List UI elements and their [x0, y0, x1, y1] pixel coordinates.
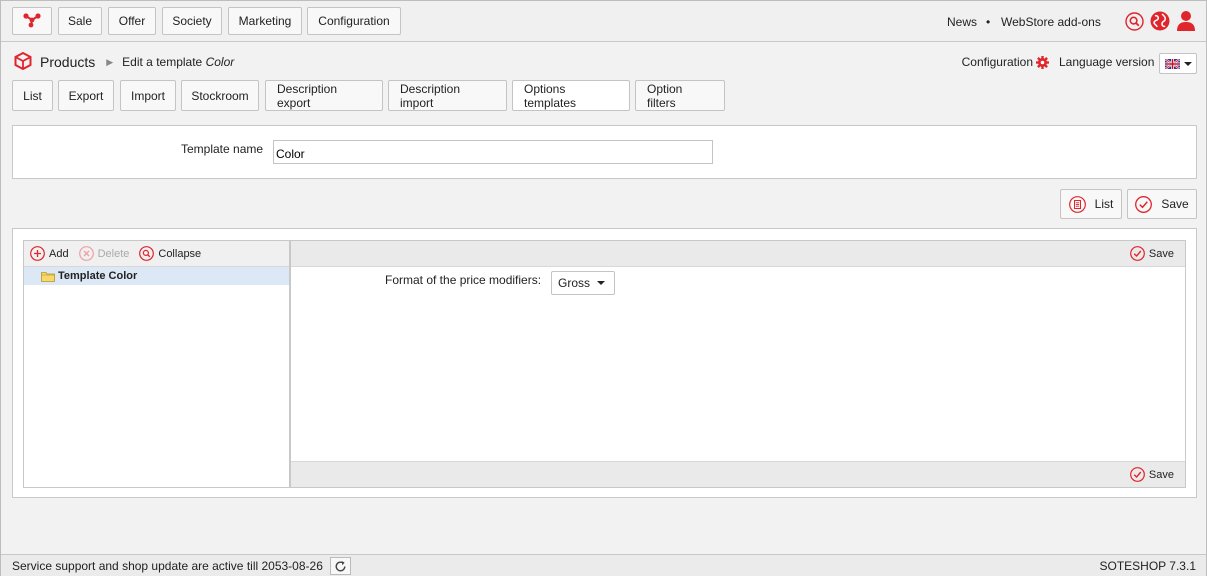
- configuration-label: Configuration: [961, 55, 1033, 69]
- folder-icon: [41, 271, 55, 282]
- options-tree: Add Delete Collapse Template Color: [23, 240, 290, 488]
- add-button[interactable]: Add: [30, 246, 69, 261]
- editor-save-top-label: Save: [1148, 247, 1174, 260]
- top-navigation-bar: Sale Offer Society Marketing Configurati…: [1, 1, 1206, 42]
- tab-stockroom[interactable]: Stockroom: [181, 80, 259, 111]
- price-modifier-format-select[interactable]: Gross: [551, 271, 615, 295]
- nav-configuration[interactable]: Configuration: [307, 7, 401, 35]
- search-icon[interactable]: [1125, 12, 1144, 31]
- nav-society[interactable]: Society: [162, 7, 222, 35]
- soteshop-logo-icon: [23, 12, 41, 31]
- footer: Service support and shop update are acti…: [1, 554, 1206, 576]
- delete-circle-icon: [78, 246, 94, 261]
- delete-button[interactable]: Delete: [78, 246, 130, 261]
- globe-icon[interactable]: [1150, 11, 1170, 31]
- delete-label: Delete: [97, 247, 130, 260]
- checkmark-icon: [1135, 195, 1153, 213]
- page-title-prefix: Edit a template: [122, 55, 203, 69]
- nav-sale[interactable]: Sale: [58, 7, 102, 35]
- editor-bottom-bar: Save: [291, 461, 1185, 487]
- language-select[interactable]: [1159, 53, 1197, 74]
- price-modifier-format-label: Format of the price modifiers:: [385, 273, 542, 287]
- nav-marketing[interactable]: Marketing: [228, 7, 302, 35]
- nav-separator: •: [986, 15, 991, 29]
- tree-node-label: Template Color: [58, 270, 138, 282]
- template-name-panel: Template name: [12, 125, 1197, 179]
- tab-import[interactable]: Import: [120, 80, 176, 111]
- collapse-label: Collapse: [158, 247, 202, 260]
- editor-save-bottom-button[interactable]: Save: [1130, 467, 1174, 482]
- template-name-input[interactable]: [273, 140, 713, 164]
- language-version-label: Language version: [1059, 55, 1155, 69]
- configuration-link[interactable]: Configuration: [962, 55, 1049, 69]
- list-icon: [1068, 195, 1086, 213]
- tab-list[interactable]: List: [12, 80, 53, 111]
- uk-flag-icon: [1164, 58, 1180, 69]
- tab-description-export[interactable]: Description export: [265, 80, 383, 111]
- chevron-down-icon: [597, 281, 606, 285]
- tab-options-templates[interactable]: Options templates: [512, 80, 630, 111]
- support-status-text: Service support and shop update are acti…: [12, 559, 323, 573]
- breadcrumb-arrow-icon: ▶: [106, 56, 114, 67]
- gear-icon: [1036, 55, 1049, 69]
- options-template-panel: Add Delete Collapse Template Color Save …: [12, 228, 1197, 498]
- chevron-down-icon: [1183, 61, 1192, 66]
- nav-news-link[interactable]: News: [947, 15, 977, 29]
- list-button[interactable]: List: [1060, 189, 1122, 219]
- tab-description-import[interactable]: Description import: [388, 80, 507, 111]
- page-title-name: Color: [205, 55, 235, 69]
- product-box-icon: [14, 51, 32, 73]
- save-button-label: Save: [1161, 197, 1189, 211]
- breadcrumb: Products ▶ Edit a template Color: [14, 51, 234, 73]
- plus-circle-icon: [30, 246, 45, 261]
- refresh-button[interactable]: [330, 557, 351, 575]
- tree-toolbar: Add Delete Collapse: [24, 241, 289, 267]
- editor-save-top-button[interactable]: Save: [1130, 246, 1174, 261]
- home-logo-button[interactable]: [12, 7, 52, 35]
- checkmark-icon: [1130, 467, 1145, 482]
- checkmark-icon: [1130, 246, 1145, 261]
- magnifier-circle-icon: [139, 246, 155, 261]
- tab-export[interactable]: Export: [58, 80, 114, 111]
- editor-save-bottom-label: Save: [1148, 468, 1174, 481]
- nav-addons-link[interactable]: WebStore add-ons: [1001, 15, 1101, 29]
- page-title: Edit a template Color: [122, 55, 234, 69]
- list-button-label: List: [1094, 197, 1114, 211]
- breadcrumb-products[interactable]: Products: [40, 54, 95, 70]
- editor-top-bar: Save: [291, 241, 1185, 267]
- template-editor: Save Format of the price modifiers: Gros…: [290, 240, 1186, 488]
- template-name-label: Template name: [181, 142, 264, 156]
- nav-offer[interactable]: Offer: [108, 7, 156, 35]
- price-modifier-format-value: Gross: [558, 276, 591, 290]
- version-label: SOTESHOP 7.3.1: [1099, 559, 1197, 573]
- tab-option-filters[interactable]: Option filters: [635, 80, 725, 111]
- user-icon[interactable]: [1176, 10, 1196, 32]
- collapse-button[interactable]: Collapse: [139, 246, 201, 261]
- add-label: Add: [49, 247, 69, 260]
- refresh-icon: [334, 560, 347, 573]
- save-button[interactable]: Save: [1127, 189, 1197, 219]
- tree-node-template[interactable]: Template Color: [24, 267, 289, 285]
